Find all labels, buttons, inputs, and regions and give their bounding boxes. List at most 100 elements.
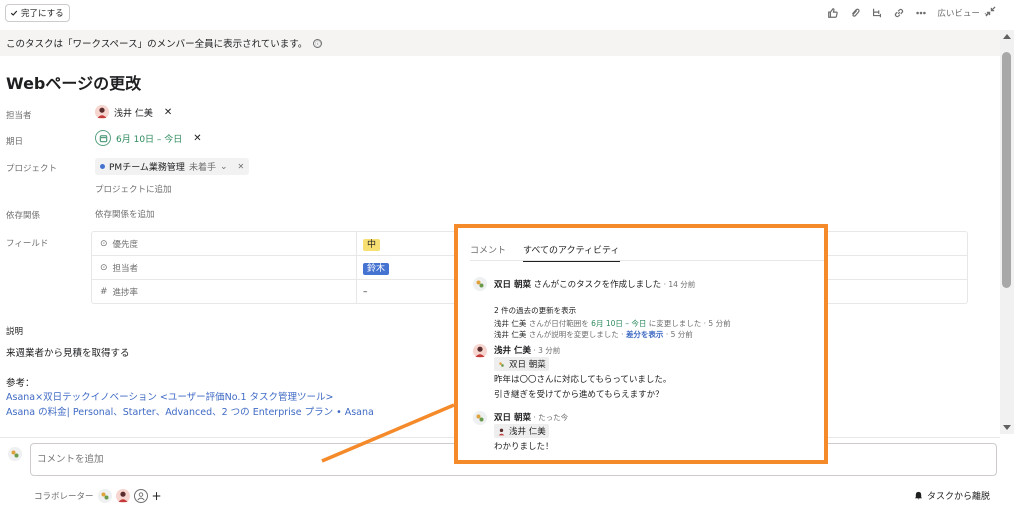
description-label: 説明: [6, 327, 24, 337]
comment-header: 双日 朝菜 · たった今: [494, 413, 569, 423]
field-name: 担当者: [112, 263, 139, 274]
comment-mention[interactable]: 浅井 仁美: [494, 424, 549, 439]
comment-header: 浅井 仁美 · 3 分前: [494, 346, 561, 356]
project-color-dot: [100, 164, 105, 169]
due-date-value: 6月 10日 – 今日: [116, 134, 183, 145]
scroll-down-arrow-icon[interactable]: [1003, 425, 1011, 430]
avatar: [8, 447, 22, 461]
task-title[interactable]: Webページの更改: [6, 70, 141, 94]
subtask-icon[interactable]: [871, 7, 883, 19]
assignee-name: 浅井 仁美: [114, 108, 153, 119]
avatar-user-icon: [8, 447, 22, 461]
avatar-user-icon: [476, 280, 484, 288]
assignee-field[interactable]: 浅井 仁美 ✕: [95, 105, 172, 119]
assignee-tag: 鈴木: [363, 263, 390, 275]
remove-project-icon[interactable]: ✕: [238, 162, 245, 171]
avatar-user-icon: [95, 105, 109, 119]
collaborator-avatar[interactable]: [97, 489, 112, 503]
reference-label: 参考：: [6, 378, 35, 389]
activity-callout-panel: コメント すべてのアクティビティ 双日 朝菜 さんがこのタスクを作成しました ·…: [454, 224, 828, 464]
comment-text: 昨年は〇〇さんに対応してもらっていました。: [494, 375, 672, 385]
add-collaborator-plus-icon[interactable]: +: [152, 489, 162, 503]
avatar-user-icon: [101, 492, 109, 500]
chevron-down-icon[interactable]: ⌄: [220, 162, 228, 172]
mark-complete-label: 完了にする: [21, 9, 64, 19]
activity-created: 双日 朝菜 さんがこのタスクを作成しました · 14 分前: [494, 280, 696, 290]
field-value[interactable]: –: [357, 287, 368, 297]
scrollbar[interactable]: [1000, 30, 1014, 434]
due-date-label: 期日: [6, 137, 24, 147]
avatar-user-icon: [498, 428, 505, 435]
leave-task-button[interactable]: タスクから離脱: [914, 489, 990, 502]
leave-task-label: タスクから離脱: [926, 492, 990, 502]
avatar: [473, 344, 487, 358]
dropdown-field-icon: ⊙: [100, 262, 108, 273]
collapse-pane-button[interactable]: [985, 6, 996, 20]
collapse-icon: [985, 6, 996, 17]
scroll-up-arrow-icon[interactable]: [1003, 34, 1011, 39]
avatar-user-icon: [476, 414, 484, 422]
field-name: 進捗率: [112, 288, 139, 298]
description-text[interactable]: 来週業者から見積を取得する: [6, 345, 130, 359]
bell-icon: [914, 491, 923, 500]
avatar: [473, 277, 487, 291]
field-value[interactable]: 鈴木: [357, 261, 390, 275]
comment-author[interactable]: 双日 朝菜: [494, 413, 531, 423]
attachment-icon[interactable]: [849, 7, 861, 19]
add-to-project-link[interactable]: プロジェクトに追加: [95, 183, 172, 195]
reference-link[interactable]: Asana の料金| Personal、Starter、Advanced、2 つ…: [6, 404, 374, 418]
wide-view-label: 広いビュー: [937, 9, 980, 19]
activity-user[interactable]: 双日 朝菜: [494, 280, 531, 290]
show-diff-link[interactable]: 差分を表示: [626, 330, 664, 339]
like-icon[interactable]: [827, 7, 839, 19]
visibility-banner: このタスクは「ワークスペース」のメンバー全員に表示されています。 ⓘ: [0, 30, 1000, 56]
wide-view-dropdown[interactable]: 広いビュー ⌄: [937, 7, 990, 19]
visibility-banner-text: このタスクは「ワークスペース」のメンバー全員に表示されています。: [6, 39, 308, 50]
project-chip[interactable]: PMチーム業務管理 未着手 ⌄ ✕: [95, 158, 250, 175]
field-value[interactable]: 中: [357, 237, 381, 251]
add-collaborator-user-icon[interactable]: [133, 489, 148, 503]
project-name: PMチーム業務管理: [109, 163, 185, 173]
divider: [470, 260, 824, 261]
comment-text: わかりました！: [494, 442, 554, 452]
avatar-user-icon: [475, 346, 485, 357]
show-past-updates-link[interactable]: 2 件の過去の更新を表示: [494, 305, 576, 316]
add-dependency-link[interactable]: 依存関係を追加: [95, 208, 155, 220]
activity-update-description: 浅井 仁美 さんが説明を変更しました · 差分を表示 · 5 分前: [494, 330, 693, 339]
avatar: [473, 411, 487, 425]
dropdown-field-icon: ⊙: [100, 238, 108, 249]
user-outline-icon: [136, 492, 145, 501]
more-options-icon[interactable]: [915, 7, 927, 19]
comment-mention[interactable]: 双日 朝菜: [494, 357, 549, 372]
collaborator-avatar[interactable]: [115, 489, 130, 503]
activity-update-date: 浅井 仁美 さんが日付範囲を 6月 10日 – 今日 に変更しました · 5 分…: [494, 319, 731, 328]
field-name: 優先度: [112, 239, 139, 250]
clear-assignee-icon[interactable]: ✕: [164, 107, 172, 118]
comment-author[interactable]: 浅井 仁美: [494, 346, 531, 356]
priority-tag: 中: [363, 239, 381, 251]
toolbar-icons: 広いビュー ⌄: [827, 5, 990, 21]
comment-text: 引き継ぎを受けてから進めてもらえますか？: [494, 390, 664, 400]
dependency-label: 依存関係: [6, 211, 41, 221]
avatar: [95, 105, 109, 119]
calendar-icon: [95, 130, 111, 146]
info-icon[interactable]: ⓘ: [313, 38, 323, 48]
avatar-user-icon: [118, 491, 128, 502]
number-field-icon: #: [100, 287, 108, 297]
collaborators-label: コラボレーター: [34, 492, 94, 502]
reference-link[interactable]: Asana×双日テックイノベーション <ユーザー評価No.1 タスク管理ツール>: [6, 389, 333, 403]
scrollbar-thumb[interactable]: [1002, 52, 1011, 288]
assignee-label: 担当者: [6, 111, 32, 121]
clear-due-date-icon[interactable]: ✕: [193, 133, 201, 144]
check-icon: [10, 10, 18, 16]
project-label: プロジェクト: [6, 164, 58, 174]
project-field: PMチーム業務管理 未着手 ⌄ ✕: [95, 158, 250, 175]
collaborators: コラボレーター +: [34, 489, 162, 503]
project-status[interactable]: 未着手: [189, 160, 216, 173]
fields-label: フィールド: [6, 239, 49, 249]
avatar-user-icon: [499, 361, 504, 367]
link-icon[interactable]: [893, 7, 905, 19]
mark-complete-button[interactable]: 完了にする: [5, 4, 70, 22]
due-date-field[interactable]: 6月 10日 – 今日 ✕: [95, 130, 202, 146]
task-toolbar: 完了にする 広いビュー ⌄: [0, 0, 1024, 28]
